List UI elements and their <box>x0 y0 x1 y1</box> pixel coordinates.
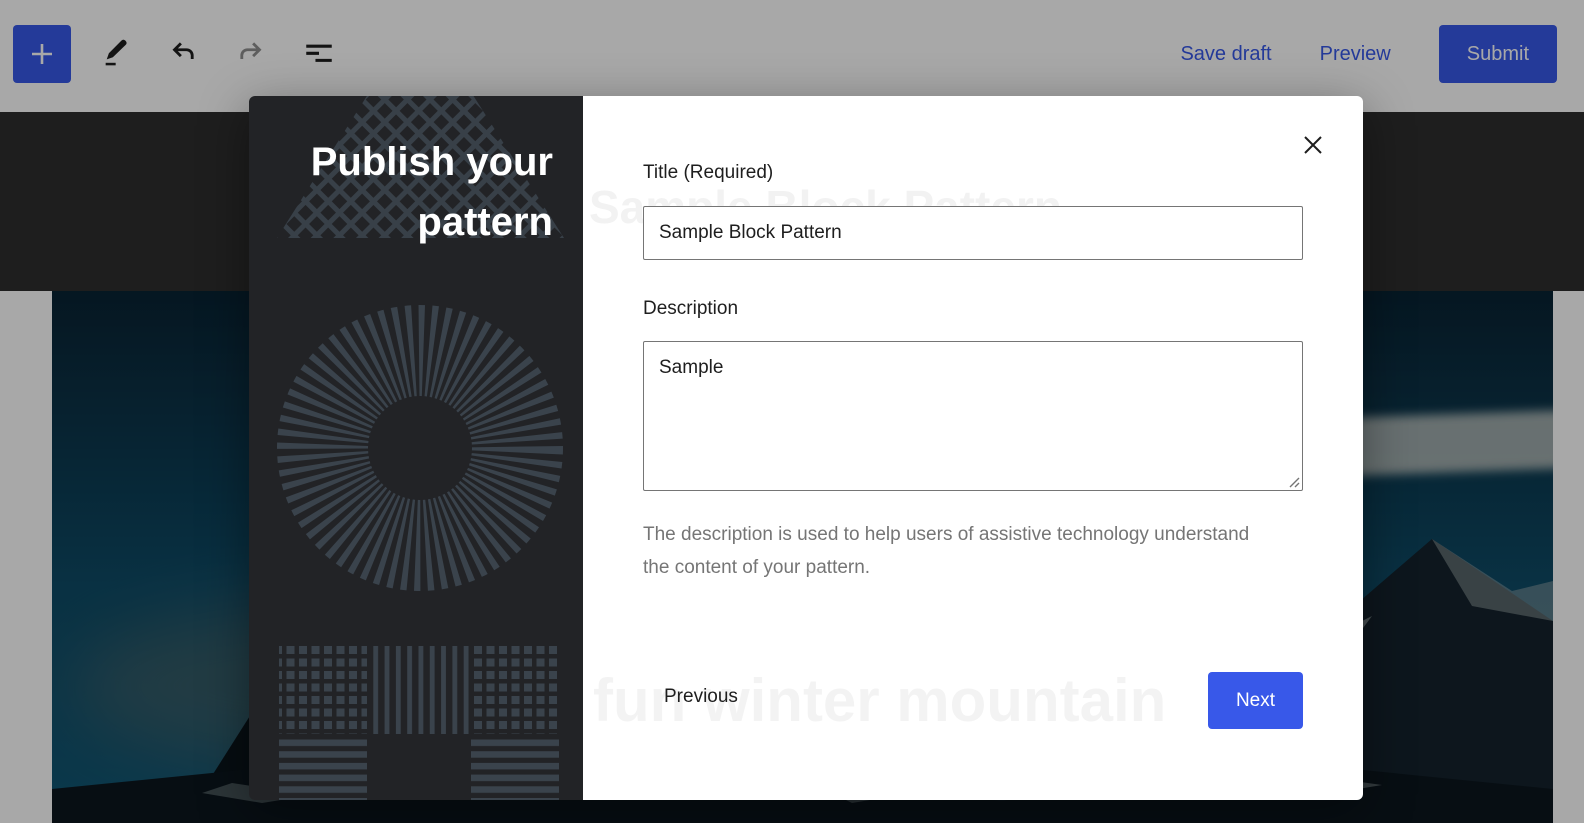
description-help-text: The description is used to help users of… <box>643 518 1265 584</box>
previous-button[interactable]: Previous <box>664 686 738 708</box>
modal-decorative-sidebar: Publish your pattern <box>249 96 583 800</box>
description-field-label: Description <box>643 298 738 320</box>
publish-pattern-modal: Publish your pattern Sample Block Patter… <box>249 96 1363 800</box>
title-input[interactable] <box>643 206 1303 260</box>
close-icon <box>1302 134 1324 156</box>
modal-title: Publish your pattern <box>271 132 553 252</box>
modal-form-panel: Sample Block Pattern fun winter mountain… <box>583 96 1363 800</box>
next-button[interactable]: Next <box>1208 672 1303 729</box>
pattern-editor-screen: Save draft Preview Submit <box>0 0 1584 823</box>
description-textarea[interactable]: Sample <box>643 341 1303 491</box>
close-button[interactable] <box>1297 129 1329 161</box>
title-field-label: Title (Required) <box>643 162 773 184</box>
